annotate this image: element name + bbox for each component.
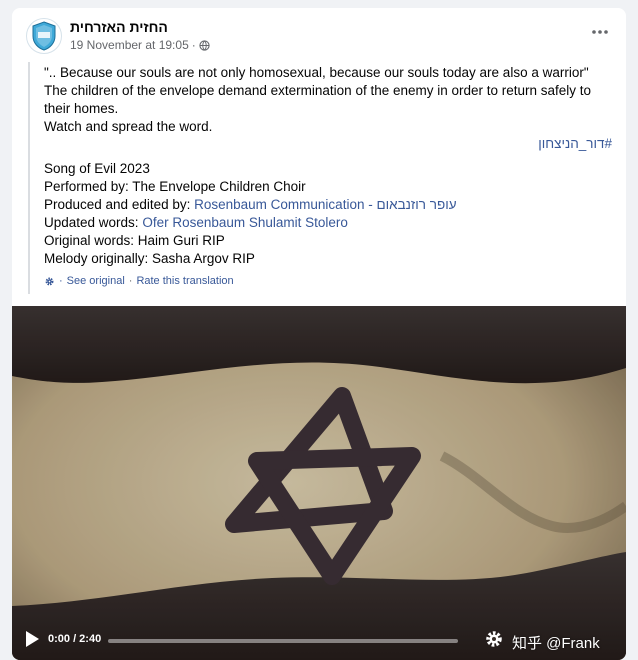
page-name[interactable]: החזית האזרחית: [70, 19, 168, 35]
text-line-4: Watch and spread the word.: [44, 119, 213, 134]
updated-words-link[interactable]: Ofer Rosenbaum Shulamit Stolero: [142, 215, 348, 230]
post-meta: 19 November at 19:05 ·: [70, 38, 210, 52]
video-player[interactable]: 0:00 / 2:40 知乎 @Frank: [12, 306, 626, 660]
link-separator: ·: [128, 275, 133, 287]
translation-separator: ·: [59, 275, 63, 287]
text-line-2: The children of the envelope demand exte…: [44, 83, 592, 98]
translation-controls: · See original · Rate this translation: [44, 275, 234, 287]
text-line-3: their homes.: [44, 101, 119, 116]
settings-icon[interactable]: [484, 629, 504, 649]
post-card: החזית האזרחית 19 November at 19:05 · "..…: [12, 8, 626, 660]
meta-separator: ·: [191, 38, 196, 52]
performed-by: Performed by: The Envelope Children Choi…: [44, 179, 306, 194]
text-line-1: ".. Because our souls are not only homos…: [44, 65, 589, 80]
updated-words-label: Updated words:: [44, 215, 139, 230]
globe-icon: [199, 39, 210, 51]
gear-icon: [45, 277, 54, 285]
produced-by-line: Produced and edited by: Rosenbaum Commun…: [44, 196, 457, 214]
post-header: החזית האזרחית 19 November at 19:05 ·: [12, 8, 626, 62]
video-progress-bar[interactable]: [108, 639, 458, 643]
shield-logo-icon: [32, 21, 56, 51]
updated-words-line: Updated words: Ofer Rosenbaum Shulamit S…: [44, 214, 348, 232]
hashtag-link[interactable]: #דור_הניצחון: [538, 136, 612, 151]
melody: Melody originally: Sasha Argov RIP: [44, 251, 255, 266]
more-icon: [592, 30, 608, 34]
produced-by-label: Produced and edited by:: [44, 197, 191, 212]
song-title: Song of Evil 2023: [44, 161, 150, 176]
video-time: 0:00 / 2:40: [48, 633, 102, 645]
translated-post-text: ".. Because our souls are not only homos…: [28, 62, 612, 294]
page-avatar[interactable]: [26, 18, 62, 54]
more-options-button[interactable]: [588, 20, 612, 44]
flag-video-frame: [12, 306, 626, 660]
post-timestamp[interactable]: 19 November at 19:05: [70, 38, 189, 52]
video-controls: 0:00 / 2:40 知乎 @Frank: [12, 620, 626, 660]
original-words: Original words: Haim Guri RIP: [44, 233, 225, 248]
rate-translation-link[interactable]: Rate this translation: [136, 275, 233, 287]
see-original-link[interactable]: See original: [67, 275, 125, 287]
play-icon[interactable]: [24, 630, 40, 648]
producer-link[interactable]: Rosenbaum Communication - עופר רוזנבאום: [194, 197, 456, 212]
watermark: 知乎 @Frank: [512, 635, 600, 652]
